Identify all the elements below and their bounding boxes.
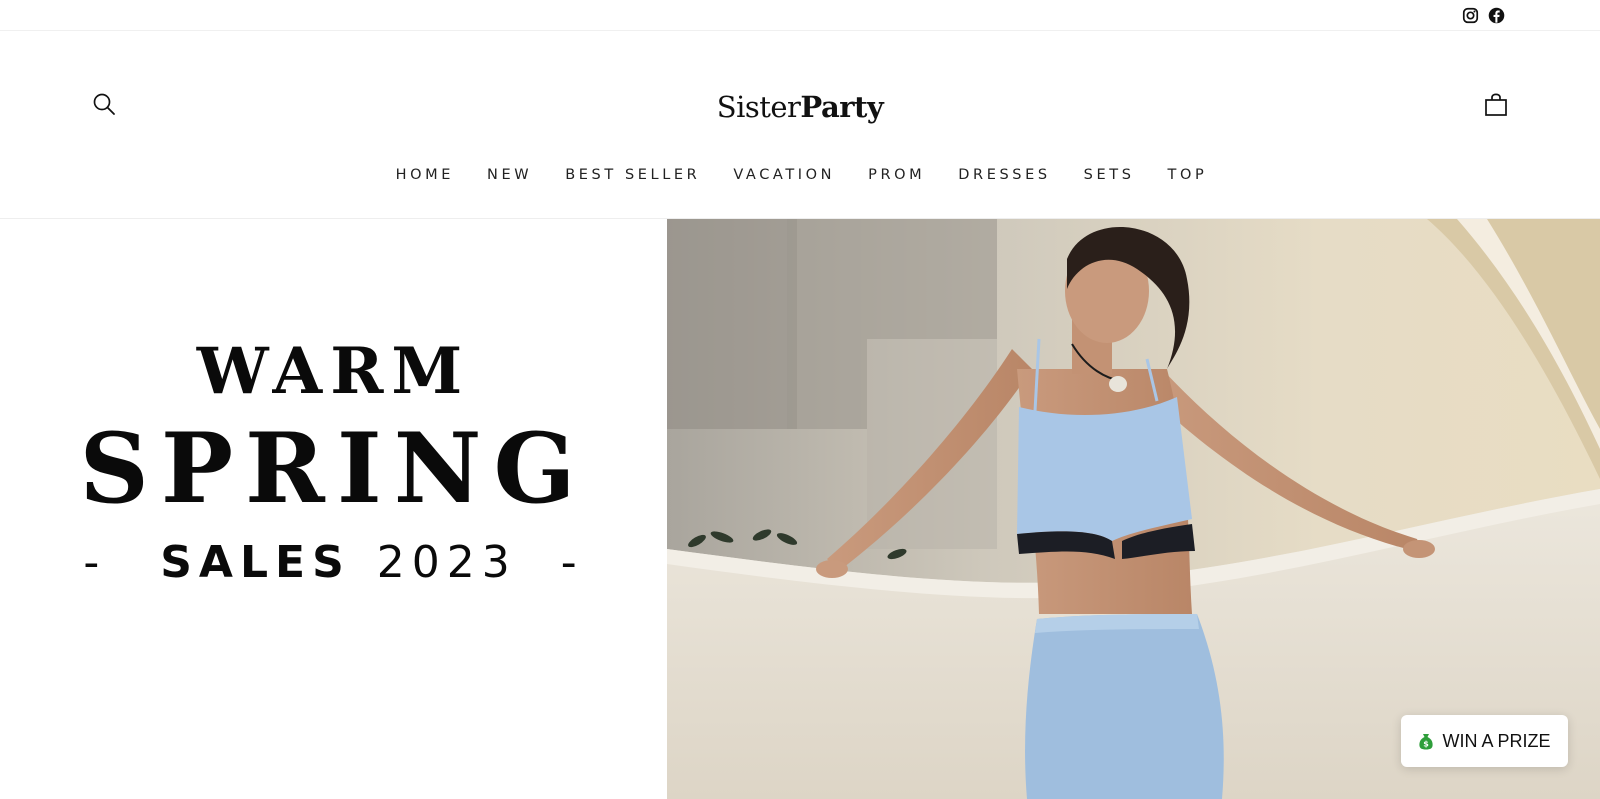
facebook-link[interactable] bbox=[1486, 5, 1506, 25]
instagram-icon bbox=[1462, 7, 1478, 23]
svg-text:$: $ bbox=[1424, 740, 1430, 749]
nav-sets[interactable]: SETS bbox=[1081, 163, 1135, 187]
nav-vacation[interactable]: VACATION bbox=[730, 163, 835, 187]
hero-headline-warm: WARM bbox=[196, 334, 471, 409]
hero-banner[interactable]: WARM SPRING - SALES 2023- bbox=[0, 219, 1600, 799]
nav-new[interactable]: NEW bbox=[484, 163, 532, 187]
main-nav: HOME NEW BEST SELLER VACATION PROM DRESS… bbox=[0, 163, 1600, 187]
win-prize-label: WIN A PRIZE bbox=[1442, 730, 1551, 751]
hero-image bbox=[667, 219, 1600, 799]
logo-word-party: Party bbox=[800, 90, 884, 124]
search-icon bbox=[93, 93, 115, 115]
nav-prom[interactable]: PROM bbox=[865, 163, 925, 187]
money-bag-icon: $ bbox=[1419, 734, 1434, 750]
hero-text-panel: WARM SPRING - SALES 2023- bbox=[0, 219, 667, 799]
top-utility-bar bbox=[0, 0, 1600, 31]
instagram-link[interactable] bbox=[1460, 5, 1480, 25]
search-button[interactable] bbox=[88, 88, 120, 120]
logo-word-sister: Sister bbox=[716, 90, 801, 124]
hero-year: 2023 bbox=[376, 537, 517, 588]
nav-home[interactable]: HOME bbox=[393, 163, 454, 187]
nav-top[interactable]: TOP bbox=[1165, 163, 1208, 187]
win-prize-button[interactable]: $ WIN A PRIZE bbox=[1401, 715, 1568, 767]
hero-sales-word: SALES bbox=[160, 537, 351, 588]
hero-subline: - SALES 2023- bbox=[0, 535, 667, 591]
nav-dresses[interactable]: DRESSES bbox=[955, 163, 1050, 187]
shopping-bag-icon bbox=[1485, 93, 1507, 116]
site-header: SisterParty HOME NEW BEST SELLER VACATIO… bbox=[0, 31, 1600, 219]
cart-button[interactable] bbox=[1479, 88, 1513, 122]
hero-headline-spring: SPRING bbox=[79, 412, 588, 525]
facebook-icon bbox=[1488, 7, 1504, 23]
hero-dash-left: - bbox=[83, 537, 107, 588]
hero-dash-right: - bbox=[560, 537, 584, 588]
nav-best-seller[interactable]: BEST SELLER bbox=[562, 163, 700, 187]
hero-model-photo bbox=[667, 219, 1600, 799]
site-logo[interactable]: SisterParty bbox=[600, 85, 1000, 129]
